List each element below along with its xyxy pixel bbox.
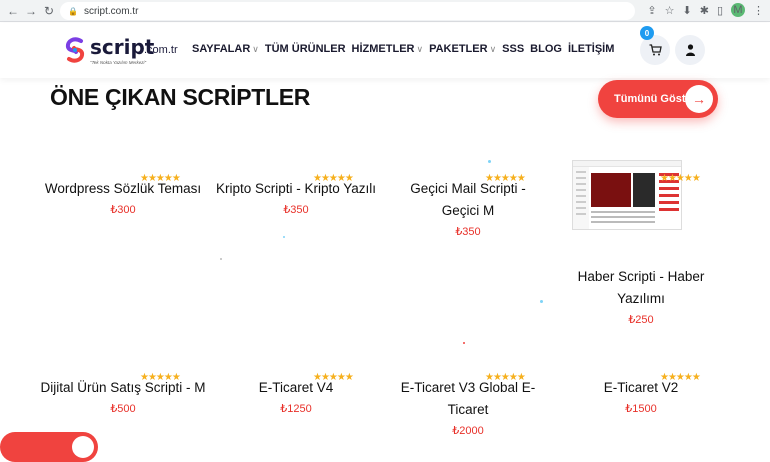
product-price: ₺1250 — [280, 403, 312, 415]
product-card[interactable]: Haber Scripti - Haber Yazılımı ₺250 — [576, 266, 706, 326]
product-price: ₺1500 — [625, 403, 657, 415]
user-account-button[interactable] — [675, 35, 705, 65]
product-price: ₺350 — [455, 226, 481, 238]
product-name: Dijital Ürün Satış Scripti - M — [40, 380, 206, 395]
product-card[interactable]: Dijital Ürün Satış Scripti - M ₺500 — [38, 377, 208, 415]
cart-icon — [649, 44, 662, 56]
product-card[interactable]: E-Ticaret V3 Global E-Ticaret ₺2000 — [398, 377, 538, 437]
chevron-down-icon: ∨ — [252, 44, 259, 54]
nav-item-sss[interactable]: SSS — [502, 43, 524, 55]
product-card[interactable]: Wordpress Sözlük Teması ₺300 — [38, 178, 208, 216]
chevron-down-icon: ∨ — [489, 44, 497, 54]
logo-mark-icon — [65, 37, 85, 63]
arrow-left-icon[interactable]: ← — [4, 4, 22, 18]
nav-item-sayfalar[interactable]: SAYFALAR ∨ — [192, 43, 259, 55]
section-title: ÖNE ÇIKAN SCRİPTLER — [50, 84, 311, 110]
product-card[interactable]: Kripto Scripti - Kripto Yazılı ₺350 — [211, 178, 381, 216]
product-name: Kripto Scripti - Kripto Yazılı — [215, 181, 377, 196]
decorative-dot — [283, 236, 285, 238]
star-icon[interactable]: ☆ — [665, 4, 675, 17]
product-name: E-Ticaret V2 — [603, 380, 679, 395]
nav-item-iletisim[interactable]: İLETİŞİM — [568, 43, 614, 55]
product-name: Wordpress Sözlük Teması — [44, 181, 202, 196]
floating-action-button[interactable] — [0, 432, 98, 462]
nav-item-paketler[interactable]: PAKETLER ∨ — [429, 43, 496, 55]
product-thumbnail[interactable] — [572, 160, 682, 230]
browser-toolbar: ← → ↻ 🔒 script.com.tr ⇪ ☆ ⬇ ✱ ▯ M ⋮ — [0, 0, 770, 22]
product-card[interactable]: E-Ticaret V4 ₺1250 — [211, 377, 381, 415]
site-header: script .com.tr "Tek Nokta Yazılım Merkez… — [0, 23, 770, 78]
address-bar[interactable]: 🔒 script.com.tr — [60, 2, 635, 20]
decorative-dot — [463, 342, 465, 344]
nav-item-hizmetler[interactable]: HİZMETLER ∨ — [352, 43, 424, 55]
logo-domain: .com.tr — [144, 44, 178, 56]
nav-item-blog[interactable]: BLOG — [530, 43, 562, 55]
arrow-right-icon: → — [685, 85, 713, 113]
product-price: ₺500 — [110, 403, 136, 415]
decorative-dot — [488, 160, 491, 163]
show-all-button[interactable]: Tümünü Göster → — [598, 80, 718, 118]
product-card[interactable]: Geçici Mail Scripti - Geçici M ₺350 — [393, 178, 543, 238]
chevron-down-icon: ∨ — [416, 44, 424, 54]
puzzle-icon[interactable]: ✱ — [700, 4, 709, 17]
share-icon[interactable]: ⇪ — [647, 4, 656, 17]
rating-stars: ★★★★★ — [660, 173, 701, 184]
main-nav: SAYFALAR ∨ TÜM ÜRÜNLER HİZMETLER ∨ PAKETLE… — [192, 43, 620, 55]
product-name: E-Ticaret V3 Global E-Ticaret — [400, 380, 536, 417]
sidebar-icon[interactable]: ▯ — [717, 4, 723, 17]
site-logo[interactable]: script .com.tr "Tek Nokta Yazılım Merkez… — [64, 35, 184, 67]
circle-icon — [72, 436, 94, 458]
logo-tagline: "Tek Nokta Yazılım Merkezi" — [90, 60, 147, 65]
menu-icon[interactable]: ⋮ — [753, 4, 764, 17]
lock-icon: 🔒 — [68, 6, 78, 16]
product-price: ₺2000 — [452, 425, 484, 437]
nav-item-tum-urunler[interactable]: TÜM ÜRÜNLER — [265, 43, 346, 55]
reload-icon[interactable]: ↻ — [40, 4, 58, 18]
url-text: script.com.tr — [83, 5, 139, 17]
decorative-dot — [220, 258, 222, 260]
product-name: Geçici Mail Scripti - Geçici M — [410, 181, 526, 218]
cart-count-badge: 0 — [640, 26, 654, 40]
extension-icon[interactable]: ⬇ — [683, 4, 692, 17]
arrow-right-icon[interactable]: → — [22, 4, 40, 18]
product-name: E-Ticaret V4 — [258, 380, 334, 395]
product-price: ₺250 — [628, 314, 654, 326]
show-all-label: Tümünü Göster — [614, 93, 696, 105]
user-icon — [685, 44, 695, 56]
product-name: Haber Scripti - Haber Yazılımı — [577, 269, 705, 306]
product-card[interactable]: E-Ticaret V2 ₺1500 — [556, 377, 726, 415]
profile-avatar[interactable]: M — [731, 3, 745, 17]
product-price: ₺350 — [283, 204, 309, 216]
decorative-dot — [540, 300, 543, 303]
product-price: ₺300 — [110, 204, 136, 216]
